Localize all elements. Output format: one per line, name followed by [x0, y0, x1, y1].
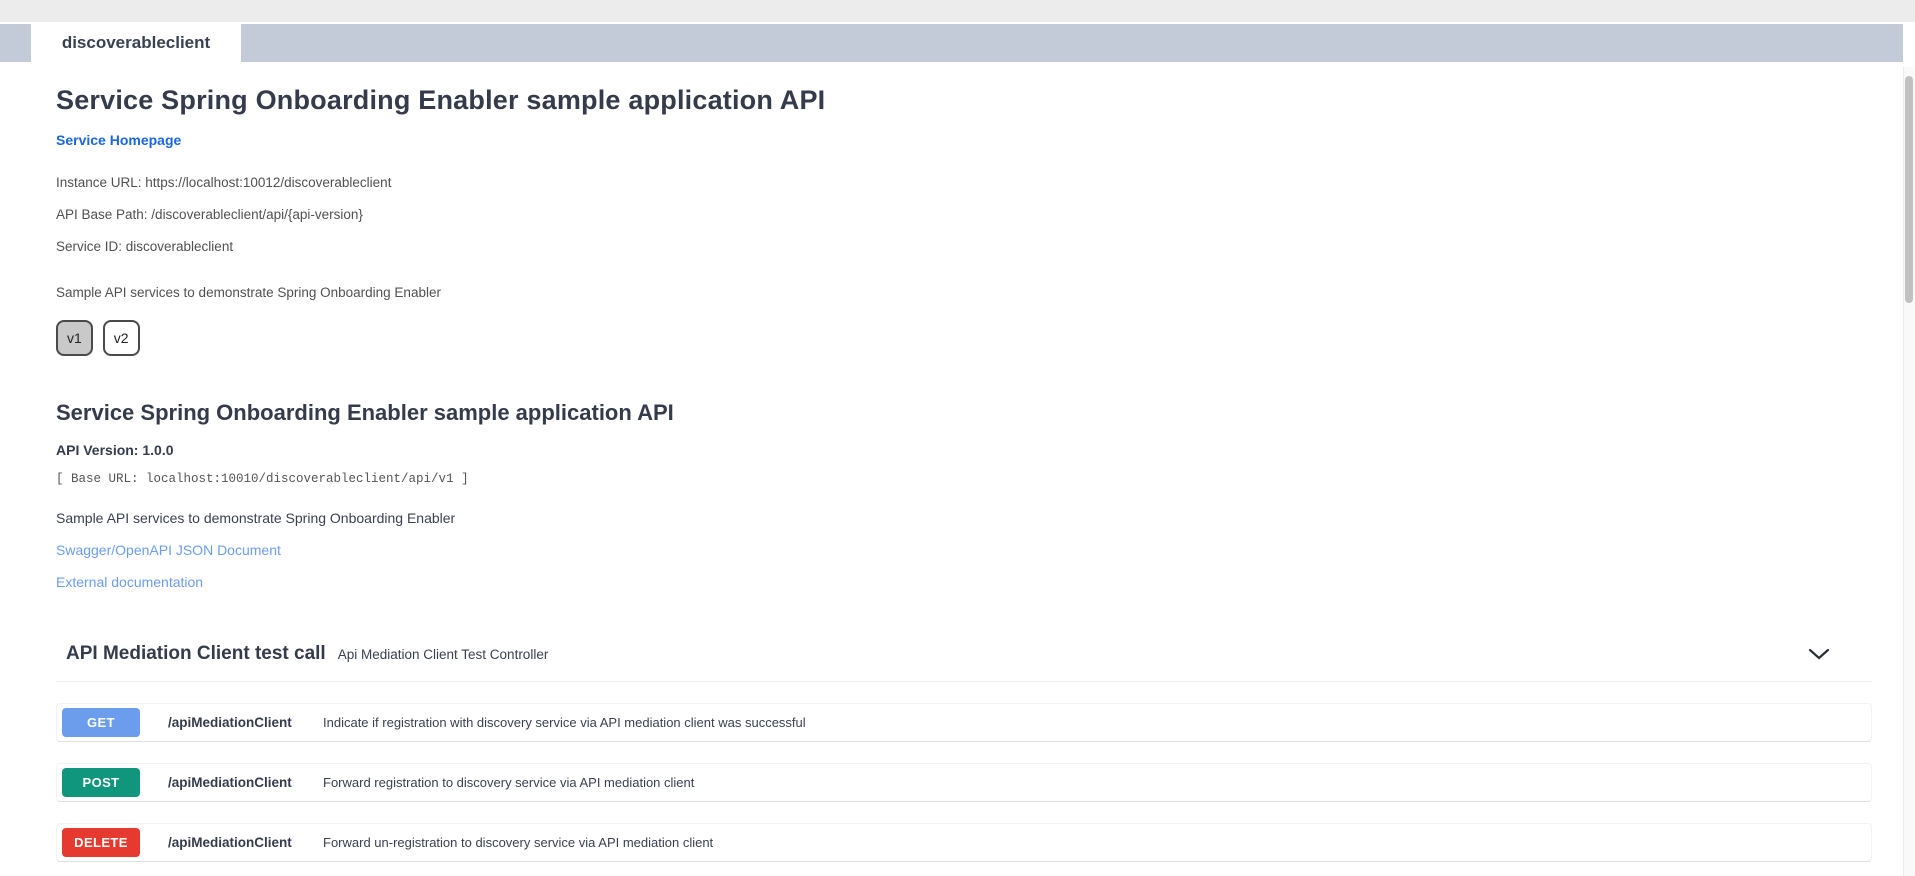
browser-top-bar — [0, 0, 1915, 22]
endpoint-description: Forward registration to discovery servic… — [323, 775, 694, 790]
method-badge-get: GET — [62, 708, 140, 737]
api-version-label: API Version: 1.0.0 — [56, 442, 1872, 458]
api-base-path-text: API Base Path: /discoverableclient/api/{… — [56, 207, 1872, 222]
api-doc-title: Service Spring Onboarding Enabler sample… — [56, 400, 1872, 426]
tab-band: discoverableclient — [0, 24, 1903, 62]
method-badge-post: POST — [62, 768, 140, 797]
endpoint-row-get[interactable]: GET /apiMediationClient Indicate if regi… — [56, 703, 1872, 742]
scrollbar-track[interactable] — [1903, 22, 1915, 876]
page-title: Service Spring Onboarding Enabler sample… — [56, 85, 1872, 116]
endpoint-description: Indicate if registration with discovery … — [323, 715, 806, 730]
scrollbar-thumb[interactable] — [1905, 76, 1913, 303]
endpoints-section-header[interactable]: API Mediation Client test call Api Media… — [56, 643, 1872, 682]
endpoint-row-delete[interactable]: DELETE /apiMediationClient Forward un-re… — [56, 823, 1872, 862]
version-tab-v2[interactable]: v2 — [103, 320, 140, 356]
endpoint-description: Forward un-registration to discovery ser… — [323, 835, 713, 850]
endpoints-section-title: API Mediation Client test call — [66, 643, 326, 665]
tab-discoverableclient[interactable]: discoverableclient — [31, 24, 241, 62]
chevron-down-icon[interactable] — [1808, 648, 1830, 660]
main-content: Service Spring Onboarding Enabler sample… — [0, 85, 1915, 862]
method-badge-delete: DELETE — [62, 828, 140, 857]
tab-label: discoverableclient — [62, 33, 210, 53]
api-version-tabs: v1 v2 — [56, 320, 1872, 356]
service-description: Sample API services to demonstrate Sprin… — [56, 285, 1872, 300]
endpoint-path: /apiMediationClient — [168, 775, 323, 790]
endpoint-path: /apiMediationClient — [168, 715, 323, 730]
service-homepage-link[interactable]: Service Homepage — [56, 132, 181, 148]
base-url-text: [ Base URL: localhost:10010/discoverable… — [56, 472, 1872, 486]
endpoint-row-post[interactable]: POST /apiMediationClient Forward registr… — [56, 763, 1872, 802]
endpoint-path: /apiMediationClient — [168, 835, 323, 850]
instance-url-text: Instance URL: https://localhost:10012/di… — [56, 175, 1872, 190]
endpoints-section-subtitle: Api Mediation Client Test Controller — [338, 647, 549, 662]
service-id-text: Service ID: discoverableclient — [56, 239, 1872, 254]
version-tab-v1[interactable]: v1 — [56, 320, 93, 356]
api-doc-description: Sample API services to demonstrate Sprin… — [56, 510, 1872, 526]
external-documentation-link[interactable]: External documentation — [56, 574, 1872, 590]
swagger-json-link[interactable]: Swagger/OpenAPI JSON Document — [56, 542, 1872, 558]
